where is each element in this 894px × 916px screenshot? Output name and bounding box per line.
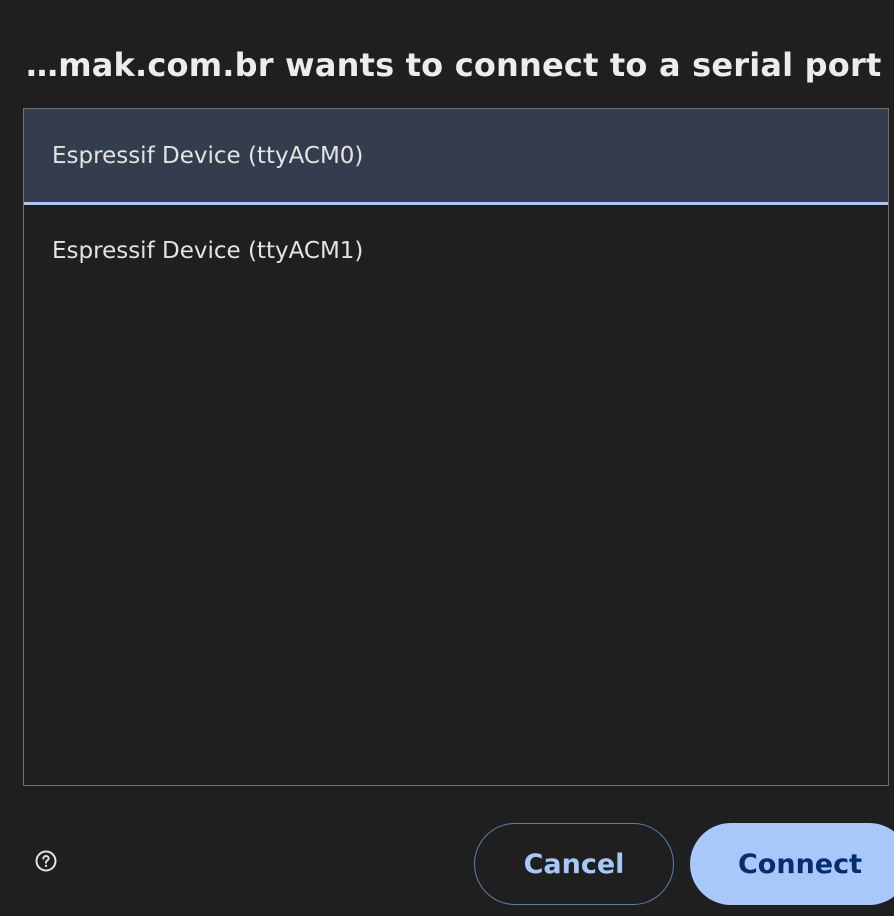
- port-item-label: Espressif Device (ttyACM0): [52, 142, 364, 169]
- port-item-label: Espressif Device (ttyACM1): [52, 238, 364, 264]
- cancel-button[interactable]: Cancel: [474, 823, 674, 905]
- dialog-title: …mak.com.br wants to connect to a serial…: [26, 46, 882, 84]
- port-list[interactable]: Espressif Device (ttyACM0) Espressif Dev…: [23, 108, 889, 786]
- help-circle-icon[interactable]: [35, 850, 57, 872]
- serial-port-dialog: …mak.com.br wants to connect to a serial…: [0, 0, 894, 916]
- port-item-ttyacm0[interactable]: Espressif Device (ttyACM0): [24, 109, 888, 205]
- port-item-ttyacm1[interactable]: Espressif Device (ttyACM1): [24, 208, 888, 300]
- connect-button[interactable]: Connect: [690, 823, 894, 905]
